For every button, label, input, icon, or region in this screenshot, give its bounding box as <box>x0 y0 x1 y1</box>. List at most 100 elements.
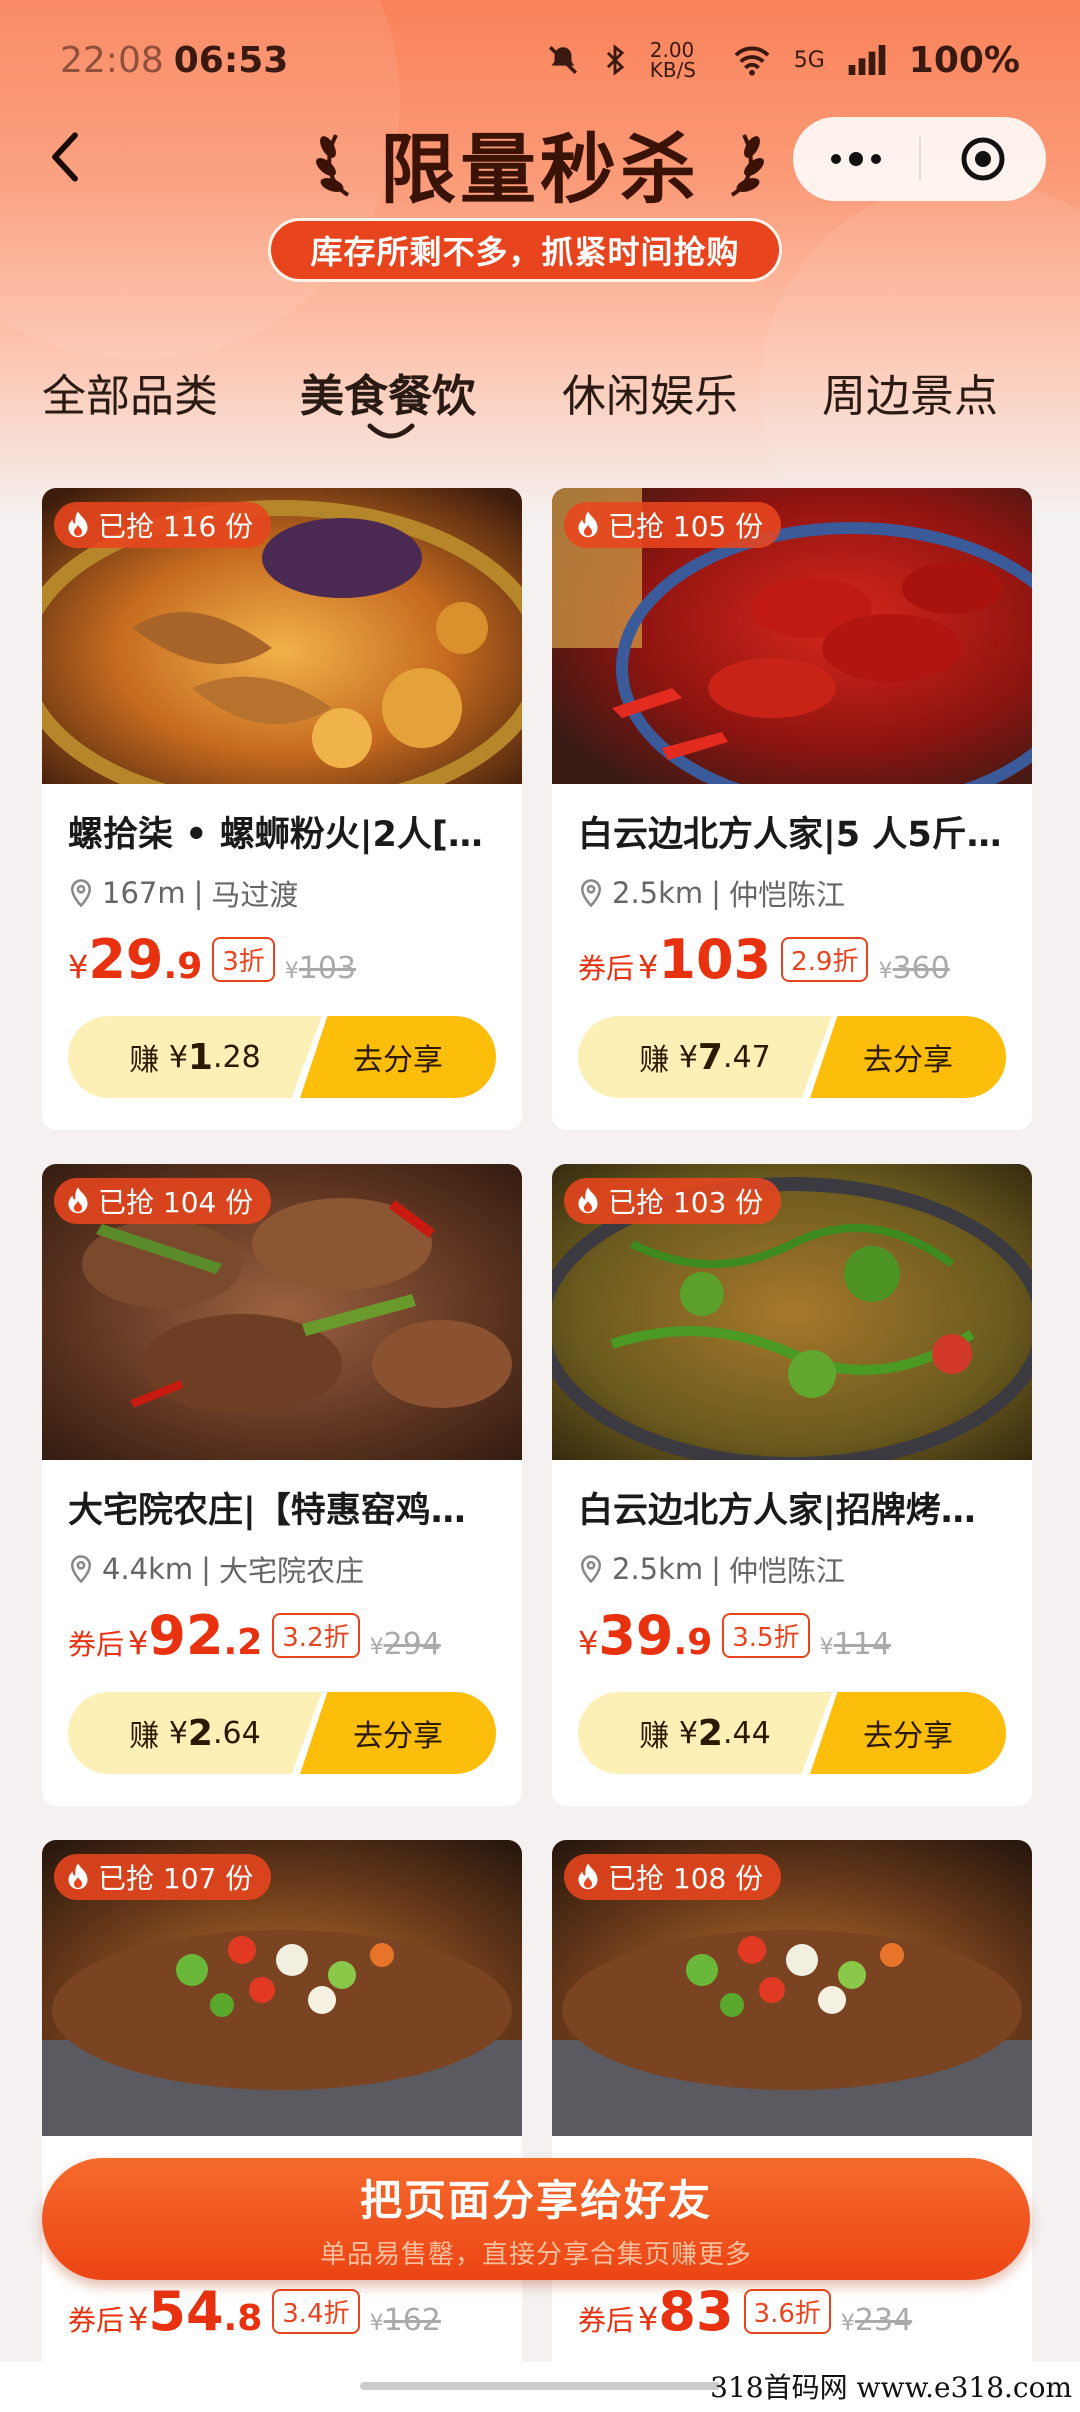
product-location: 2.5km | 仲恺陈江 <box>578 872 1018 914</box>
location-separator: | <box>711 876 721 910</box>
location-pin-icon <box>580 1555 602 1584</box>
tab-all[interactable]: 全部品类 <box>42 360 218 424</box>
tab-active-indicator <box>367 423 415 439</box>
product-place: 大宅院农庄 <box>218 1554 364 1588</box>
currency-symbol: ¥ <box>638 948 659 986</box>
original-currency: ¥ <box>284 959 299 984</box>
chevron-left-icon <box>52 132 78 182</box>
product-title: 螺拾柒 • 螺蛳粉火|2人[… <box>68 815 483 855</box>
share-page-subtitle: 单品易售罄，直接分享合集页赚更多 <box>319 2240 752 2270</box>
fire-icon <box>578 1187 598 1214</box>
sold-count: 已抢 104 份 <box>98 1186 254 1219</box>
earn-currency: ¥ <box>168 1715 188 1751</box>
net-type: 5G <box>793 47 825 73</box>
discount-badge: 3.5折 <box>722 1613 810 1658</box>
discount-badge: 3折 <box>212 937 275 982</box>
fire-icon <box>68 1187 88 1214</box>
original-price: 360 <box>892 951 950 986</box>
price-integer: 103 <box>658 928 772 991</box>
sold-count: 已抢 107 份 <box>98 1862 254 1895</box>
sold-count-badge: 已抢 107 份 <box>54 1854 272 1900</box>
tab-food[interactable]: 美食餐饮 <box>300 360 476 424</box>
earn-amount: 赚 ¥1.28 <box>68 1016 322 1098</box>
sold-count: 已抢 103 份 <box>608 1186 764 1219</box>
earn-amount: 赚 ¥2.44 <box>578 1692 832 1774</box>
discount-badge: 2.9折 <box>781 937 869 982</box>
product-location: 4.4km | 大宅院农庄 <box>68 1548 508 1590</box>
sold-count: 已抢 108 份 <box>608 1862 764 1895</box>
price-decimal: .8 <box>223 2298 263 2339</box>
location-separator: | <box>201 1552 211 1586</box>
product-card[interactable]: 已抢 105 份 白云边北方人家|5 人5斤… 2.5km | 仲恺陈江 券后 … <box>552 488 1032 1130</box>
tab-leisure[interactable]: 休闲娱乐 <box>562 360 738 424</box>
status-time-secondary: 22:08 <box>60 39 164 81</box>
more-button[interactable] <box>793 117 919 201</box>
status-bar: 22:08 06:53 2.00 KB/S 5G 100% <box>0 0 1080 120</box>
laurel-right-icon <box>730 134 764 197</box>
battery-percent: 100% <box>908 39 1020 81</box>
share-page-button[interactable]: 把页面分享给好友 单品易售罄，直接分享合集页赚更多 <box>42 2158 1030 2280</box>
earn-label: 赚 <box>639 1043 670 1078</box>
price-row: ¥ 39 .9 3.5折 ¥ 114 <box>578 1604 891 1674</box>
currency-symbol: ¥ <box>68 948 89 986</box>
home-indicator[interactable] <box>360 2382 720 2390</box>
price-integer: 39 <box>598 1604 674 1667</box>
subtitle-banner: 库存所剩不多，抓紧时间抢购 <box>268 218 782 282</box>
price-row: ¥ 29 .9 3折 ¥ 103 <box>68 928 356 998</box>
share-button[interactable]: 去分享 <box>300 1692 496 1774</box>
price-row: 券后 ¥ 103 2.9折 ¥ 360 <box>578 928 950 998</box>
price-row: 券后 ¥ 83 3.6折 ¥ 234 <box>578 2280 912 2350</box>
product-card[interactable]: 已抢 103 份 白云边北方人家|招牌烤… 2.5km | 仲恺陈江 ¥ 39 … <box>552 1164 1032 1806</box>
original-currency: ¥ <box>369 2311 384 2336</box>
product-title: 白云边北方人家|招牌烤… <box>578 1491 976 1531</box>
target-icon <box>961 137 1005 181</box>
mute-icon <box>548 45 577 75</box>
earn-integer: 7 <box>697 1036 723 1078</box>
product-card[interactable]: 已抢 116 份 螺拾柒 • 螺蛳粉火|2人[… 167m | 马过渡 ¥ 29… <box>42 488 522 1130</box>
product-card[interactable]: 已抢 104 份 大宅院农庄|【特惠窑鸡… 4.4km | 大宅院农庄 券后 ¥… <box>42 1164 522 1806</box>
original-price: 162 <box>383 2303 441 2338</box>
earn-currency: ¥ <box>678 1039 698 1075</box>
sold-count-badge: 已抢 104 份 <box>54 1178 272 1224</box>
price-prefix: 券后 <box>68 2304 125 2337</box>
close-miniapp-button[interactable] <box>921 117 1047 201</box>
tab-scenic[interactable]: 周边景点 <box>822 360 998 424</box>
product-distance: 2.5km <box>612 876 704 910</box>
product-place: 仲恺陈江 <box>728 878 845 912</box>
product-card[interactable]: 已抢 108 份 券后 ¥ 83 3.6折 ¥ 234 <box>552 1840 1032 2380</box>
earn-decimal: .44 <box>722 1715 771 1751</box>
price-decimal: .2 <box>223 1622 263 1663</box>
share-button[interactable]: 去分享 <box>300 1016 496 1098</box>
earn-label: 赚 <box>129 1043 160 1078</box>
currency-symbol: ¥ <box>578 1624 599 1662</box>
wifi-icon <box>734 46 770 76</box>
sold-count: 已抢 105 份 <box>608 510 764 543</box>
bluetooth-icon <box>606 44 624 76</box>
more-dots-icon <box>830 152 881 166</box>
product-location: 2.5km | 仲恺陈江 <box>578 1548 1018 1590</box>
share-button[interactable]: 去分享 <box>810 1692 1006 1774</box>
original-price: 114 <box>833 1627 891 1662</box>
fire-icon <box>68 1863 88 1890</box>
original-price: 294 <box>383 1627 441 1662</box>
product-card[interactable]: 已抢 107 份 券后 ¥ 54 .8 3.4折 ¥ 162 <box>42 1840 522 2380</box>
earn-currency: ¥ <box>168 1039 188 1075</box>
share-button[interactable]: 去分享 <box>810 1016 1006 1098</box>
price-decimal: .9 <box>673 1622 713 1663</box>
product-distance: 4.4km <box>102 1552 194 1586</box>
price-row: 券后 ¥ 54 .8 3.4折 ¥ 162 <box>68 2280 441 2350</box>
product-place: 仲恺陈江 <box>728 1554 845 1588</box>
category-tabs: 全部品类 美食餐饮 休闲娱乐 周边景点 <box>0 360 1080 450</box>
original-currency: ¥ <box>819 1635 834 1660</box>
earn-integer: 2 <box>187 1712 213 1754</box>
back-button[interactable] <box>30 122 100 192</box>
sold-count-badge: 已抢 108 份 <box>564 1854 782 1900</box>
discount-badge: 3.6折 <box>743 2289 831 2334</box>
original-currency: ¥ <box>840 2311 855 2336</box>
earn-amount: 赚 ¥7.47 <box>578 1016 832 1098</box>
original-currency: ¥ <box>369 1635 384 1660</box>
location-pin-icon <box>580 879 602 908</box>
sold-count-badge: 已抢 105 份 <box>564 502 782 548</box>
price-integer: 92 <box>148 1604 224 1667</box>
original-price: 234 <box>854 2303 913 2338</box>
